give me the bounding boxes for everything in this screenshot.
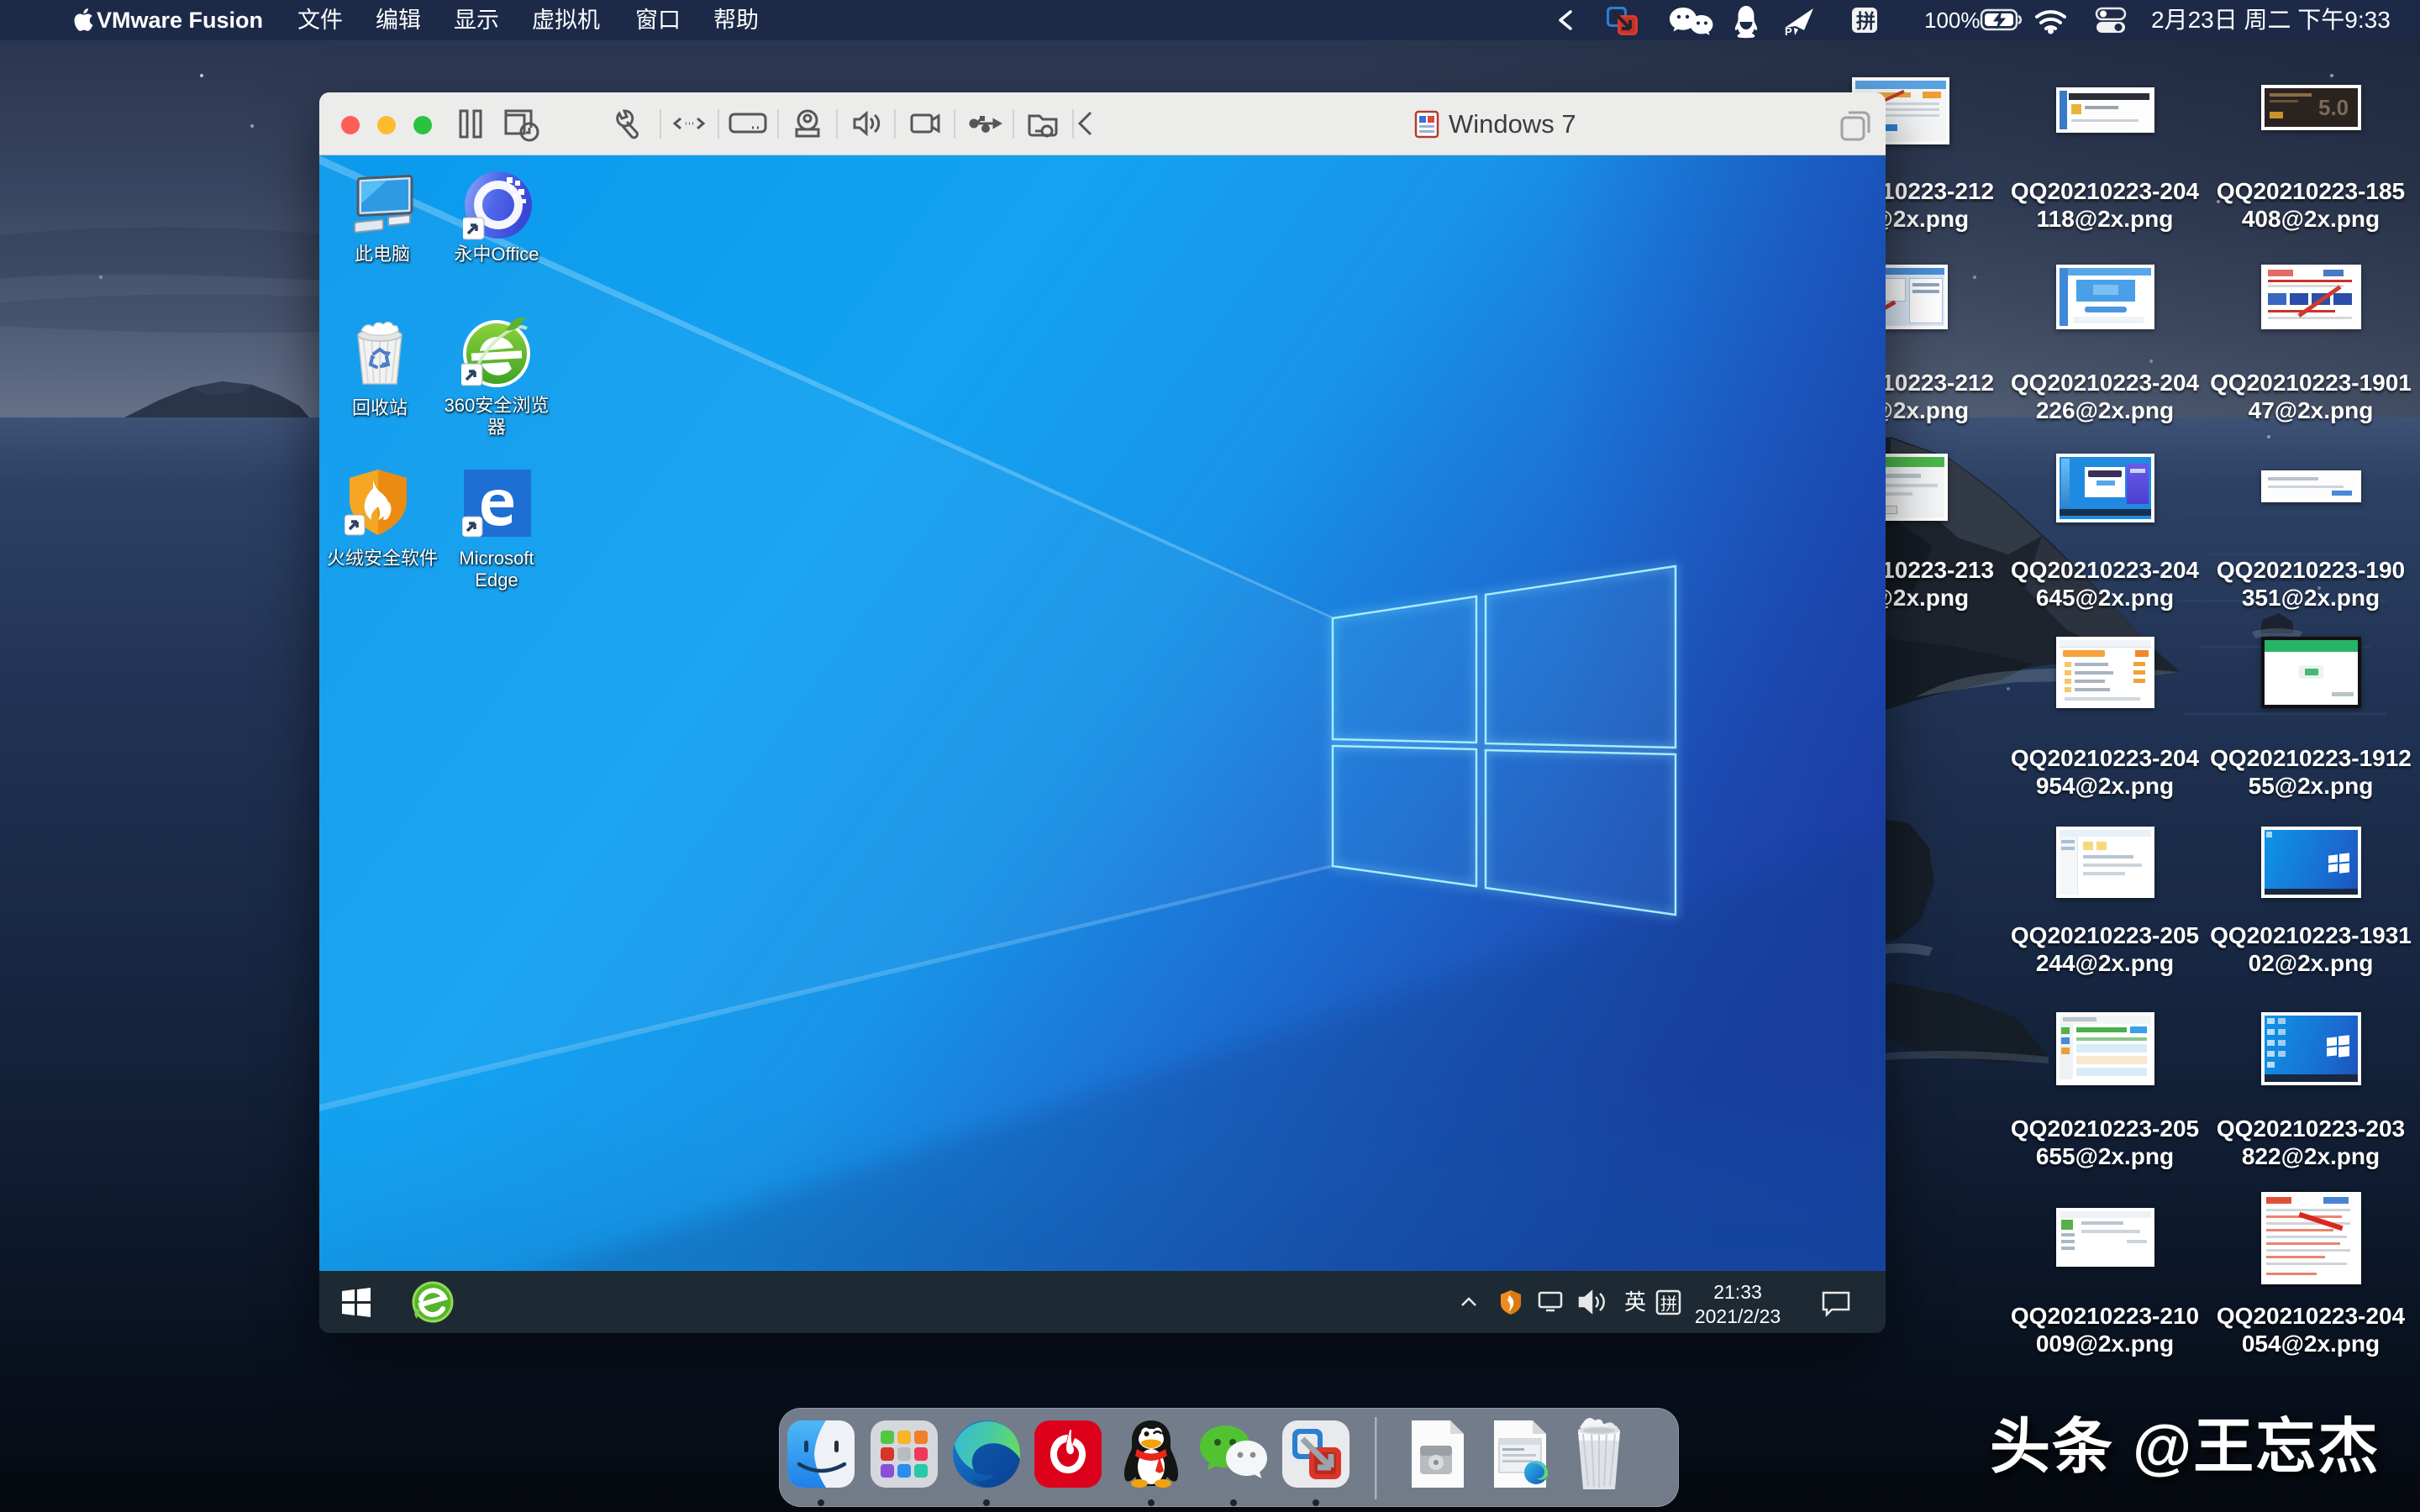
svg-text:100%: 100% — [1924, 8, 1981, 33]
svg-text:21:33: 21:33 — [1713, 1281, 1762, 1303]
svg-text:2月23日 周二 下午9:33: 2月23日 周二 下午9:33 — [2151, 7, 2391, 33]
svg-text:Windows 7: Windows 7 — [1449, 109, 1576, 139]
svg-text:英: 英 — [1624, 1289, 1646, 1315]
svg-text:P: P — [1785, 25, 1792, 38]
svg-text:2021/2/23: 2021/2/23 — [1695, 1305, 1781, 1327]
svg-text:拼: 拼 — [1856, 10, 1876, 32]
svg-text:拼: 拼 — [1660, 1294, 1677, 1314]
